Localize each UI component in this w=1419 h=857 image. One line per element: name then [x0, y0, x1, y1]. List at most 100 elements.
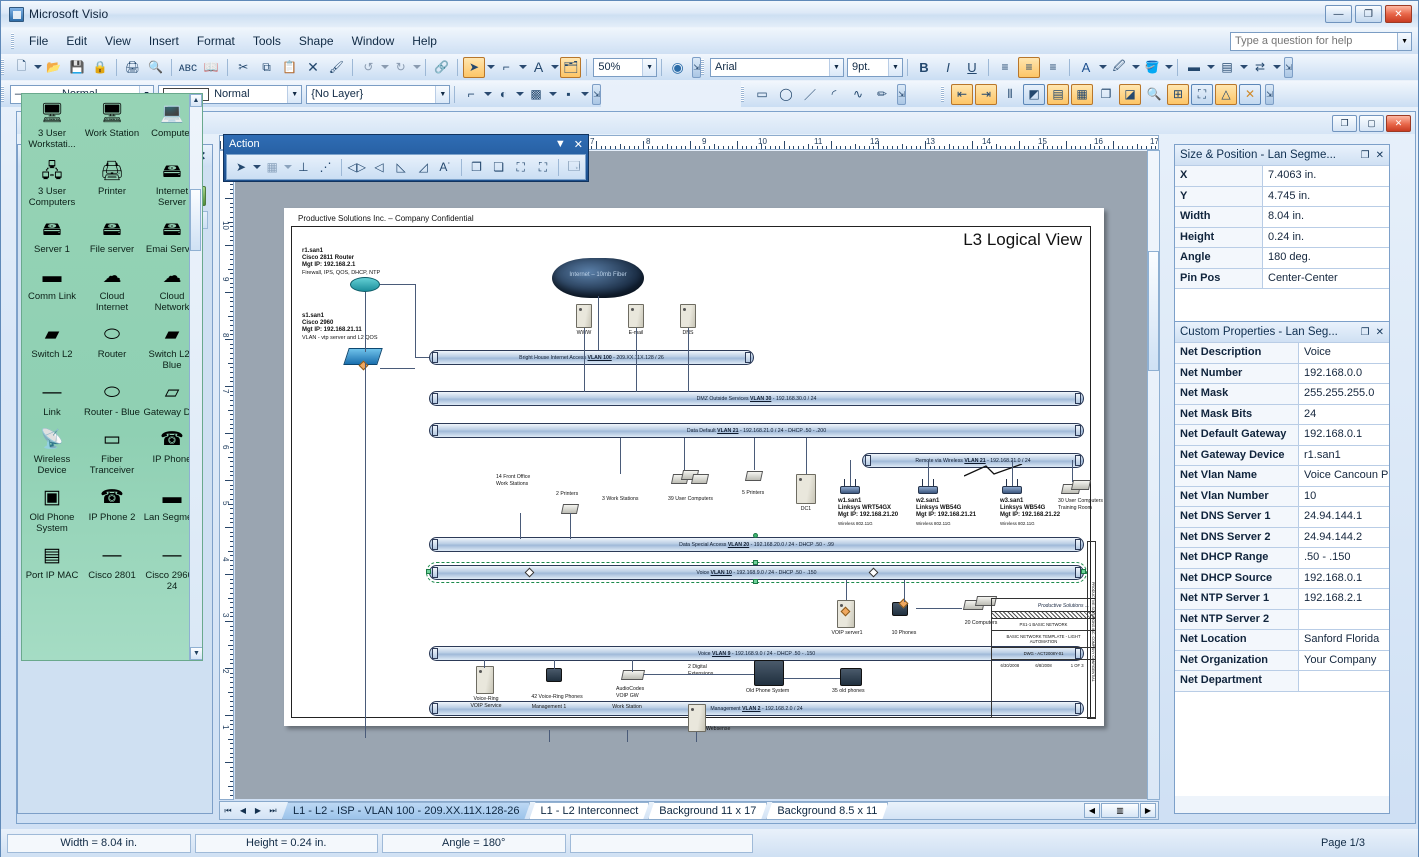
line-weight-dropdown-icon[interactable]	[1207, 65, 1215, 69]
websense-server-icon[interactable]	[688, 704, 706, 732]
shape-item-6[interactable]: 🖴Server 1	[22, 210, 82, 257]
selection-handle[interactable]	[1081, 569, 1086, 574]
delete-icon[interactable]: ✕	[302, 57, 323, 78]
pointer-dropdown-icon[interactable]	[487, 65, 495, 69]
scroll-up-icon[interactable]: ▲	[190, 94, 202, 107]
server-email-icon[interactable]	[628, 304, 644, 328]
management1-workstation-icon[interactable]	[542, 718, 556, 730]
shape-item-25[interactable]: —Cisco 2801	[82, 536, 142, 594]
document-close-button[interactable]: ✕	[1386, 115, 1411, 132]
grid-snap-icon[interactable]: ▦	[262, 157, 282, 178]
size-position-value[interactable]: 180 deg.	[1263, 248, 1389, 268]
grid-snap-dropdown-icon[interactable]	[284, 165, 292, 169]
last-page-icon[interactable]: ⏭	[266, 803, 280, 818]
print-icon[interactable]: 🖨	[122, 57, 143, 78]
shadow-color-icon[interactable]: ◐	[493, 84, 514, 105]
menu-insert[interactable]: Insert	[140, 31, 188, 51]
custom-property-row[interactable]: Net Department	[1175, 670, 1389, 691]
new-doc-icon[interactable]: 🗋	[11, 57, 32, 78]
front-office-workstations-icon[interactable]	[522, 498, 536, 510]
custom-property-row[interactable]: Net Vlan NameVoice Cancoun P	[1175, 465, 1389, 486]
redo-icon[interactable]: ↻	[390, 57, 411, 78]
hyperlink-icon[interactable]: 🔗	[431, 57, 452, 78]
vlan-segment-vlan100[interactable]: Bright House Internet Access VLAN 100 - …	[429, 350, 754, 365]
drawing-canvas[interactable]: Productive Solutions Inc. – Company Conf…	[235, 151, 1159, 799]
size-position-row[interactable]: Angle180 deg.	[1175, 247, 1389, 268]
toolbar-overflow-button[interactable]: ⇲	[1265, 84, 1274, 105]
text-dropdown-icon[interactable]	[551, 65, 559, 69]
chevron-down-icon[interactable]: ▼	[287, 86, 301, 103]
toolbar-grip[interactable]	[1, 59, 4, 75]
custom-property-row[interactable]: Net Default Gateway192.168.0.1	[1175, 424, 1389, 445]
server-www-icon[interactable]	[576, 304, 592, 328]
maximize-icon[interactable]: ❐	[1361, 327, 1370, 338]
user-computers-39-icon[interactable]	[691, 474, 709, 484]
size-position-row[interactable]: X7.4063 in.	[1175, 165, 1389, 186]
custom-property-value[interactable]: 10	[1299, 487, 1389, 507]
print-preview-icon[interactable]: 🔍	[145, 57, 166, 78]
close-x-icon[interactable]: ✕	[1239, 84, 1261, 105]
shape-item-0[interactable]: 🖥3 User Workstati...	[22, 94, 82, 152]
fill-color-dropdown-icon[interactable]	[1165, 65, 1173, 69]
zoom-combo[interactable]: 50% ▼	[593, 58, 657, 77]
pattern-fill-icon[interactable]: ▩	[525, 84, 546, 105]
line-ends-dropdown-icon[interactable]	[1273, 65, 1281, 69]
voice-ring-phones-icon[interactable]	[546, 668, 562, 682]
voice-ring-voip-service-icon[interactable]	[476, 666, 494, 694]
menu-view[interactable]: View	[96, 31, 140, 51]
copy-icon[interactable]: ⧉	[256, 57, 277, 78]
align-left-icon[interactable]: ≡	[994, 57, 1016, 78]
custom-property-value[interactable]	[1299, 610, 1389, 630]
custom-property-row[interactable]: Net Number192.168.0.0	[1175, 363, 1389, 384]
ungroup-icon[interactable]: ⛶	[533, 157, 553, 178]
custom-property-value[interactable]: 255.255.255.0	[1299, 384, 1389, 404]
custom-property-value[interactable]: .50 - .150	[1299, 548, 1389, 568]
menu-file[interactable]: File	[20, 31, 57, 51]
research-icon[interactable]: 📖	[200, 57, 221, 78]
work-stations-3-icon[interactable]	[624, 476, 638, 488]
vlan-segment-vlan30[interactable]: DMZ Outside Services VLAN 30 - 192.168.3…	[429, 391, 1084, 406]
selection-handle[interactable]	[753, 560, 758, 565]
undo-dropdown-icon[interactable]	[381, 65, 389, 69]
insert-left-icon[interactable]: ⇤	[951, 84, 973, 105]
size-position-row[interactable]: Pin PosCenter-Center	[1175, 268, 1389, 289]
underline-icon[interactable]: U	[961, 57, 983, 78]
custom-property-value[interactable]: 192.168.2.1	[1299, 589, 1389, 609]
shape-item-21[interactable]: ▣Old Phone System	[22, 478, 82, 536]
custom-property-row[interactable]: Net DHCP Source192.168.0.1	[1175, 568, 1389, 589]
shape-item-16[interactable]: ⬭Router - Blue	[82, 373, 142, 420]
action-toolbar-header[interactable]: Action ▼ ✕	[224, 135, 588, 153]
custom-property-value[interactable]: 24.94.144.2	[1299, 528, 1389, 548]
duplicate-icon[interactable]: ❐	[1095, 84, 1117, 105]
custom-property-row[interactable]: Net Gateway Devicer1.san1	[1175, 445, 1389, 466]
document-maximize-button[interactable]: ▢	[1359, 115, 1384, 132]
wireless-ap-w1-icon[interactable]	[840, 486, 860, 494]
open-folder-icon[interactable]: 📂	[43, 57, 64, 78]
scroll-left-icon[interactable]: ◀	[1084, 803, 1100, 818]
menu-shape[interactable]: Shape	[290, 31, 343, 51]
custom-property-value[interactable]: 192.168.0.1	[1299, 425, 1389, 445]
toolbar-grip[interactable]	[1, 86, 4, 102]
group-icon[interactable]: ◪	[1119, 84, 1141, 105]
shadow-style-icon[interactable]: ▪	[558, 84, 579, 105]
printers-5-icon[interactable]	[745, 471, 763, 481]
vlan-segment-vlan9[interactable]: Voice VLAN 9 - 192.168.9.0 / 24 - DHCP .…	[429, 646, 1084, 661]
chevron-down-icon[interactable]: ▼	[555, 138, 566, 150]
custom-property-row[interactable]: Net NTP Server 1192.168.2.1	[1175, 588, 1389, 609]
shape-item-4[interactable]: 🖨Printer	[82, 152, 142, 210]
shape-item-24[interactable]: ▤Port IP MAC	[22, 536, 82, 594]
page-tab-0[interactable]: L1 - L2 - ISP - VLAN 100 - 209.XX.11X.12…	[282, 802, 530, 819]
page-tab-2[interactable]: Background 11 x 17	[648, 802, 767, 819]
text-rotate-icon[interactable]: A˙	[435, 157, 455, 178]
chevron-down-icon[interactable]: ▼	[435, 86, 449, 103]
size-position-row[interactable]: Y4.745 in.	[1175, 186, 1389, 207]
close-button[interactable]: ✕	[1385, 5, 1412, 23]
menu-edit[interactable]: Edit	[57, 31, 96, 51]
drawing-title-block[interactable]: Productive Solutions ... PS1-1 BASIC NET…	[991, 598, 1096, 718]
align-right-icon[interactable]: ≡	[1042, 57, 1064, 78]
wireless-ap-w2-icon[interactable]	[918, 486, 938, 494]
menu-format[interactable]: Format	[188, 31, 244, 51]
group-icon[interactable]: ⛶	[511, 157, 531, 178]
shape-item-12[interactable]: ▰Switch L2	[22, 315, 82, 373]
size-position-value[interactable]: 4.745 in.	[1263, 187, 1389, 207]
